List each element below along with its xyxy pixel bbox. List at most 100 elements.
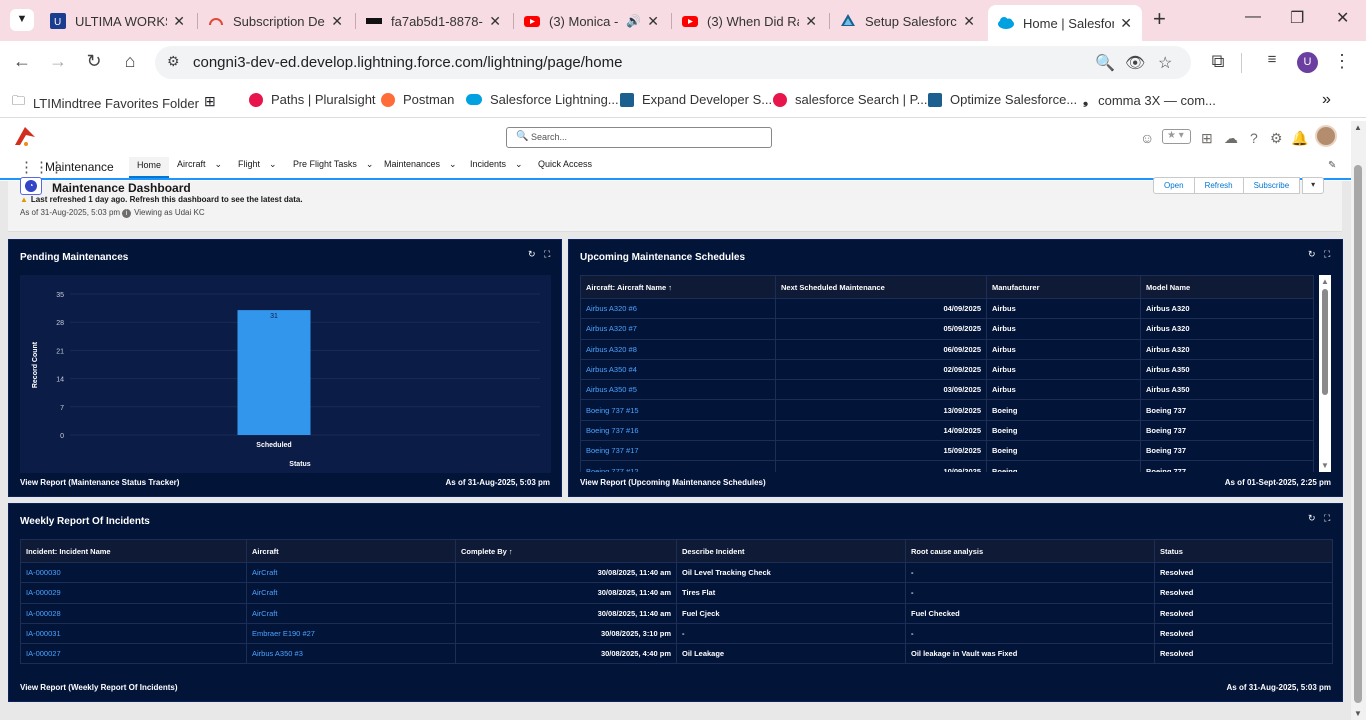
page-scrollbar[interactable]: ▲ ▼ [1351, 121, 1366, 720]
bookmark-item[interactable]: 🗀 LTIMindtree Favorites Folder [12, 92, 199, 114]
column-header[interactable]: Complete By ↑ [455, 539, 677, 563]
view-report-link[interactable]: View Report (Maintenance Status Tracker) [20, 478, 179, 487]
apps-grid-icon[interactable]: ⊞ [204, 93, 216, 110]
browser-tab[interactable]: U ULTIMA WORKS ✕ [40, 4, 195, 38]
column-header[interactable]: Incident: Incident Name [20, 539, 247, 563]
column-header[interactable]: Next Scheduled Maintenance [775, 275, 987, 299]
restore-icon[interactable]: ❐ [1290, 8, 1304, 28]
table-cell[interactable]: Boeing 737 #17 [580, 440, 776, 462]
help-icon[interactable]: ? [1250, 130, 1258, 146]
close-icon[interactable]: ✕ [647, 13, 659, 30]
nav-incidents[interactable]: Incidents ⌄ [470, 159, 523, 170]
view-report-link[interactable]: View Report (Weekly Report Of Incidents) [20, 683, 178, 692]
extensions-icon[interactable]: ⧉ [1206, 51, 1230, 72]
chevron-down-icon[interactable]: ⌄ [449, 159, 457, 169]
speaker-icon[interactable]: 🔊 [626, 14, 641, 28]
close-icon[interactable]: ✕ [1120, 15, 1132, 32]
table-cell[interactable]: Boeing 737 #16 [580, 419, 776, 442]
bookmark-item[interactable]: Salesforce Lightning... [466, 92, 619, 107]
close-icon[interactable]: ✕ [489, 13, 501, 30]
nav-aircraft[interactable]: Aircraft ⌄ [177, 159, 222, 170]
table-cell[interactable]: AirCraft [246, 602, 456, 624]
bookmark-item[interactable]: Postman [381, 92, 454, 107]
table-cell[interactable]: Embraer E190 #27 [246, 622, 456, 645]
close-icon[interactable]: ✕ [963, 13, 975, 30]
scroll-up-icon[interactable]: ▲ [1321, 277, 1329, 286]
einstein-icon[interactable]: ☺ [1140, 130, 1154, 146]
bookmark-item[interactable]: salesforce Search | P... [773, 92, 927, 107]
address-bar[interactable]: ⚙ congni3-dev-ed.develop.lightning.force… [155, 46, 1191, 79]
site-info-icon[interactable]: ⚙ [167, 53, 180, 70]
chevron-down-icon[interactable]: ⌄ [366, 159, 374, 169]
favorites-icon[interactable]: ★ ▾ [1162, 129, 1191, 144]
avatar[interactable]: U [1297, 52, 1318, 73]
air-india-logo[interactable] [12, 125, 38, 154]
nav-maintenances[interactable]: Maintenances ⌄ [384, 159, 457, 170]
column-header[interactable]: Aircraft [246, 539, 456, 563]
global-search-input[interactable]: 🔍 Search... [506, 127, 772, 148]
table-cell[interactable]: Airbus A350 #3 [246, 643, 456, 665]
tab-search-button[interactable]: ▼ [10, 9, 34, 31]
table-cell[interactable]: IA-000028 [20, 602, 247, 624]
nav-home[interactable]: Home [129, 157, 170, 178]
nav-quick-access[interactable]: Quick Access [538, 159, 592, 169]
home-icon[interactable]: ⌂ [118, 51, 142, 72]
bookmark-item[interactable]: Expand Developer S... [620, 92, 772, 107]
edit-pencil-icon[interactable]: ✎ [1328, 160, 1336, 171]
open-button[interactable]: Open [1153, 177, 1195, 194]
avatar[interactable] [1315, 125, 1337, 147]
refresh-icon[interactable]: ↻ [528, 249, 536, 260]
url-text[interactable]: congni3-dev-ed.develop.lightning.force.c… [193, 54, 622, 71]
scroll-down-icon[interactable]: ▼ [1354, 709, 1362, 718]
browser-tab[interactable]: (3) Monica - 🔊 ✕ [514, 4, 669, 38]
forward-icon[interactable]: → [46, 51, 70, 72]
table-cell[interactable]: IA-000029 [20, 582, 247, 604]
nav-flight[interactable]: Flight ⌄ [238, 159, 277, 170]
bell-icon[interactable]: 🔔 [1291, 130, 1308, 147]
reload-icon[interactable]: ↻ [82, 51, 106, 72]
zoom-icon[interactable]: 🔍 [1095, 53, 1115, 73]
table-cell[interactable]: AirCraft [246, 561, 456, 584]
nav-pre-flight-tasks[interactable]: Pre Flight Tasks ⌄ [293, 159, 373, 170]
table-cell[interactable]: IA-000027 [20, 643, 247, 665]
column-header[interactable]: Manufacturer [986, 275, 1141, 299]
refresh-button[interactable]: Refresh [1194, 177, 1244, 194]
refresh-icon[interactable]: ↻ [1308, 249, 1316, 260]
bookmark-item[interactable]: Optimize Salesforce... [928, 92, 1077, 107]
table-cell[interactable]: Airbus A320 #8 [580, 338, 776, 360]
column-header[interactable]: Describe Incident [676, 539, 906, 563]
add-icon[interactable]: ⊞ [1201, 130, 1213, 147]
close-icon[interactable]: ✕ [331, 13, 343, 30]
more-bookmarks-icon[interactable]: » [1322, 91, 1331, 109]
bookmark-item[interactable]: Paths | Pluralsight [249, 92, 376, 107]
back-icon[interactable]: ← [10, 51, 34, 72]
table-cell[interactable]: Airbus A350 #4 [580, 358, 776, 381]
column-header[interactable]: Model Name [1140, 275, 1314, 299]
table-cell[interactable]: Boeing 777 #12 [580, 460, 776, 472]
scroll-down-icon[interactable]: ▼ [1321, 461, 1329, 470]
refresh-icon[interactable]: ↻ [1308, 513, 1316, 524]
gear-icon[interactable]: ⚙ [1270, 130, 1283, 147]
expand-icon[interactable]: ⛶ [544, 249, 550, 260]
bookmark-item[interactable]: ❟ comma 3X — com... [1083, 92, 1216, 108]
table-cell[interactable]: IA-000031 [20, 622, 247, 645]
minimize-icon[interactable]: — [1245, 8, 1261, 26]
browser-tab[interactable]: fa7ab5d1-8878- ✕ [356, 4, 511, 38]
close-icon[interactable]: ✕ [173, 13, 185, 30]
scroll-up-icon[interactable]: ▲ [1354, 123, 1362, 132]
media-icon[interactable]: ≡ [1260, 51, 1284, 68]
table-cell[interactable]: IA-000030 [20, 561, 247, 584]
chevron-down-icon[interactable]: ⌄ [215, 159, 223, 169]
trailhead-icon[interactable]: ☁ [1224, 130, 1238, 147]
info-icon[interactable]: i [122, 209, 132, 218]
scroll-thumb[interactable] [1354, 165, 1362, 703]
table-cell[interactable]: Airbus A350 #5 [580, 379, 776, 401]
table-cell[interactable]: Boeing 737 #15 [580, 399, 776, 421]
new-tab-button[interactable]: + [1153, 8, 1166, 30]
table-cell[interactable]: Airbus A320 #6 [580, 297, 776, 320]
subscribe-button[interactable]: Subscribe [1243, 177, 1301, 194]
close-icon[interactable]: ✕ [805, 13, 817, 30]
expand-icon[interactable]: ⛶ [1324, 513, 1330, 524]
table-cell[interactable]: AirCraft [246, 582, 456, 604]
browser-tab[interactable]: (3) When Did Ra ✕ [672, 4, 827, 38]
